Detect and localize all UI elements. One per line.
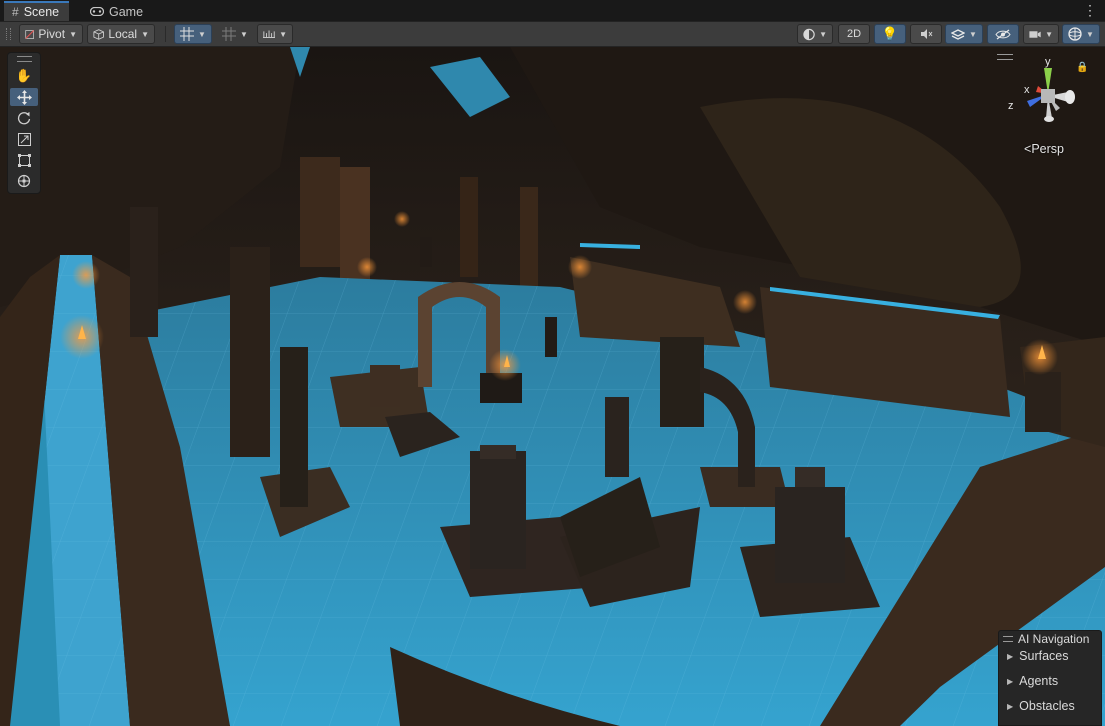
chevron-down-icon: ▼ (240, 29, 248, 39)
overlay-grip-icon (1003, 636, 1013, 642)
transform-icon (17, 174, 31, 188)
local-dropdown[interactable]: Local ▼ (87, 24, 155, 44)
effects-layers-icon (951, 28, 965, 40)
tab-game-label: Game (109, 4, 144, 19)
chevron-down-icon: ▼ (819, 29, 827, 39)
toggle-2d-button[interactable]: 2D (838, 24, 870, 44)
ai-navigation-title: AI Navigation (1018, 632, 1090, 646)
more-options-icon[interactable]: ⋮ (1083, 3, 1097, 17)
local-label: Local (108, 27, 138, 41)
rotate-icon (17, 112, 31, 125)
chevron-right-icon: ▶ (1007, 701, 1014, 711)
rotate-tool[interactable] (10, 109, 38, 127)
toggle-2d-label: 2D (846, 28, 862, 40)
ai-navigation-overlay: AI Navigation ▶ Surfaces ▶ Agents ▶ Obst… (998, 630, 1102, 726)
ai-nav-item-agents[interactable]: ▶ Agents (1007, 674, 1058, 688)
scale-icon (17, 132, 31, 146)
tab-game[interactable]: Game (82, 2, 153, 21)
chevron-down-icon: ▼ (69, 29, 77, 39)
grid-icon: # (12, 5, 19, 19)
ruler-dropdown[interactable]: ▼ (257, 24, 293, 44)
chevron-down-icon: ▼ (1086, 29, 1094, 39)
tools-overlay: ✋ (7, 52, 41, 194)
ai-nav-item-label: Agents (1019, 674, 1059, 688)
camera-dropdown[interactable]: ▼ (1023, 24, 1059, 44)
speaker-muted-icon (920, 29, 932, 39)
scene-visibility-toggle[interactable] (987, 24, 1019, 44)
lock-icon[interactable]: 🔒 (1076, 62, 1088, 73)
ai-nav-item-surfaces[interactable]: ▶ Surfaces (1007, 649, 1069, 663)
scene-toolbar: Pivot ▼ Local ▼ ▼ ▼ ▼ ▼ 2D 💡 ▼ ▼ ▼ (0, 22, 1105, 47)
audio-toggle[interactable] (910, 24, 942, 44)
chevron-down-icon: ▼ (141, 29, 149, 39)
chevron-down-icon: ▼ (1045, 29, 1053, 39)
scale-tool[interactable] (10, 130, 38, 148)
grid-snap-icon (180, 27, 194, 41)
transform-tool[interactable] (10, 172, 38, 190)
scene-render (0, 47, 1105, 726)
rect-tool[interactable] (10, 151, 38, 169)
chevron-down-icon: ▼ (198, 29, 206, 39)
shading-sphere-icon (803, 28, 815, 40)
pivot-icon (25, 29, 35, 39)
chevron-right-icon: ▶ (1007, 676, 1014, 686)
snap-increment-icon (222, 27, 236, 41)
lighting-toggle[interactable]: 💡 (874, 24, 906, 44)
tab-scene[interactable]: # Scene (4, 1, 70, 21)
gizmo-z-label: z (1008, 100, 1014, 112)
cube-icon (93, 28, 104, 40)
hand-icon: ✋ (15, 68, 33, 83)
camera-icon (1029, 30, 1041, 38)
move-tool[interactable] (10, 88, 38, 106)
shading-mode-dropdown[interactable]: ▼ (797, 24, 833, 44)
rect-transform-icon (17, 153, 31, 167)
pivot-dropdown[interactable]: Pivot ▼ (19, 24, 83, 44)
gizmo-y-label: y (1045, 56, 1051, 68)
overlay-grip-icon[interactable] (17, 56, 32, 62)
scene-viewport[interactable] (0, 47, 1105, 726)
snap-increment-dropdown[interactable]: ▼ (216, 24, 254, 44)
gizmo-sphere-icon (1068, 27, 1082, 41)
toolbar-grip-icon[interactable] (6, 28, 11, 40)
pivot-label: Pivot (38, 27, 66, 41)
ai-nav-item-label: Obstacles (1019, 699, 1075, 713)
projection-label: Persp (1031, 142, 1064, 156)
move-icon (16, 89, 32, 105)
chevron-right-icon: ▶ (1007, 651, 1014, 661)
ai-nav-item-obstacles[interactable]: ▶ Obstacles (1007, 699, 1075, 713)
ai-nav-item-label: Surfaces (1019, 649, 1069, 663)
effects-dropdown[interactable]: ▼ (945, 24, 983, 44)
gizmo-x-label: x (1024, 84, 1030, 96)
lightbulb-icon: 💡 (881, 26, 899, 41)
chevron-down-icon: ▼ (969, 29, 977, 39)
eye-hidden-icon (995, 28, 1011, 40)
ruler-icon (263, 30, 276, 38)
tab-strip: # Scene Game ⋮ (0, 0, 1105, 22)
hand-tool[interactable]: ✋ (10, 67, 38, 85)
gizmos-dropdown[interactable]: ▼ (1062, 24, 1100, 44)
ai-navigation-header[interactable]: AI Navigation (1003, 632, 1089, 646)
toolbar-separator (165, 26, 166, 42)
tab-scene-label: Scene (23, 5, 60, 19)
chevron-down-icon: ▼ (279, 29, 287, 39)
grid-snap-toggle[interactable]: ▼ (174, 24, 212, 44)
projection-toggle[interactable]: <Persp (1024, 142, 1064, 156)
gamepad-icon (89, 5, 105, 19)
